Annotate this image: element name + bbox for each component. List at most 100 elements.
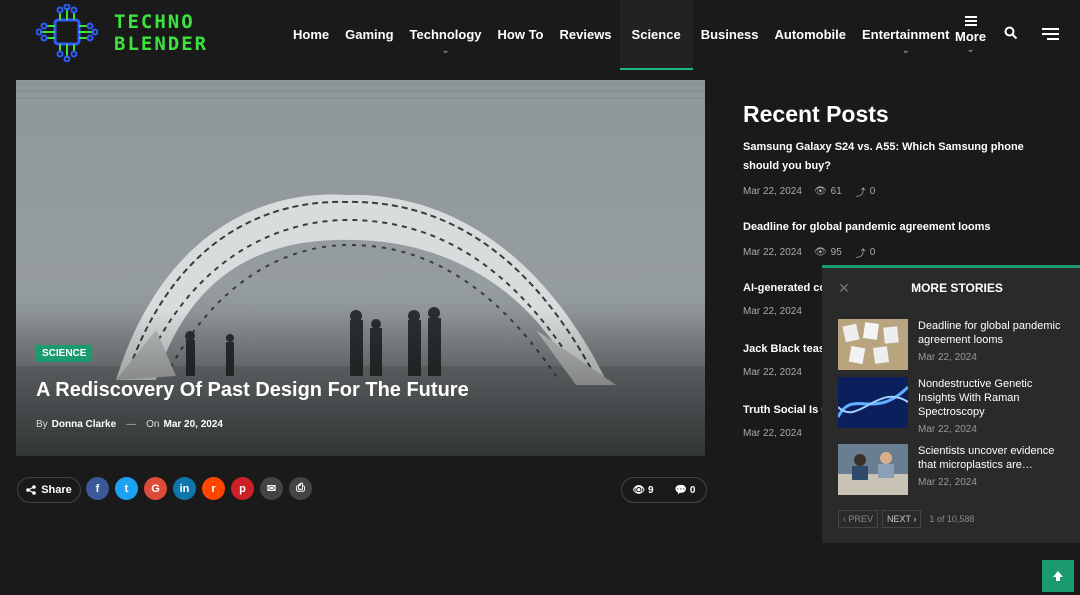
- story-title[interactable]: Nondestructive Genetic Insights With Ram…: [918, 377, 1068, 419]
- twitter-icon: t: [124, 482, 129, 495]
- story-title[interactable]: Deadline for global pandemic agreement l…: [918, 319, 1068, 347]
- featured-post-meta: By Donna Clarke — On Mar 20, 2024: [36, 419, 223, 430]
- story-date: Mar 22, 2024: [918, 477, 977, 488]
- share-icon: ⤴: [855, 249, 866, 260]
- story-item[interactable]: Scientists uncover evidence that micropl…: [838, 444, 1074, 496]
- google-share-button[interactable]: G: [144, 477, 167, 500]
- shares-count: 0: [869, 247, 876, 258]
- post-date: Mar 22, 2024: [743, 367, 802, 378]
- nav-home[interactable]: Home: [285, 0, 337, 70]
- share-label: Share: [41, 484, 72, 496]
- chevron-down-icon: ⌄: [441, 45, 450, 55]
- more-stories-heading: MORE STORIES: [911, 281, 1003, 295]
- logo-line-1: TECHNO: [114, 11, 195, 33]
- eye-icon: 👁: [632, 484, 646, 496]
- facebook-share-button[interactable]: f: [86, 477, 109, 500]
- main-nav: Home Gaming Technology ⌄ How To Reviews S…: [285, 0, 957, 70]
- recent-post-meta: Mar 22, 2024 👁 61 ⤴ 0: [743, 184, 875, 199]
- story-title[interactable]: Scientists uncover evidence that micropl…: [918, 444, 1068, 472]
- nav-automobile[interactable]: Automobile: [767, 0, 855, 70]
- post-date: Mar 20, 2024: [163, 419, 223, 430]
- nav-label: Science: [631, 27, 681, 42]
- nav-business[interactable]: Business: [693, 0, 767, 70]
- story-date: Mar 22, 2024: [918, 424, 977, 435]
- next-button[interactable]: NEXT ›: [882, 510, 922, 528]
- logo-wordmark: TECHNO BLENDER: [114, 11, 208, 55]
- twitter-share-button[interactable]: t: [115, 477, 138, 500]
- share-icon: ⤴: [855, 188, 866, 199]
- views-count: 61: [830, 186, 842, 197]
- views-stat: 👁 9: [633, 485, 654, 496]
- recent-post-meta: Mar 22, 2024 👁 95 ⤴ 0: [743, 245, 875, 260]
- recent-post-title[interactable]: Deadline for global pandemic agreement l…: [743, 218, 1053, 237]
- more-stories-panel: ✕ MORE STORIES Deadline for global pande…: [822, 265, 1080, 543]
- recent-post-meta: Mar 22, 2024: [743, 428, 802, 439]
- featured-post[interactable]: SCIENCE A Rediscovery Of Past Design For…: [16, 80, 705, 456]
- google-icon: G: [151, 482, 160, 495]
- reddit-share-button[interactable]: r: [202, 477, 225, 500]
- nav-science[interactable]: Science: [619, 0, 693, 70]
- comment-icon: 💬: [674, 484, 688, 496]
- share-button[interactable]: Share: [17, 477, 81, 503]
- chevron-down-icon: ⌄: [901, 45, 910, 55]
- email-icon: ✉: [266, 483, 277, 495]
- nav-entertainment[interactable]: Entertainment ⌄: [854, 0, 957, 70]
- nav-label: Business: [700, 27, 759, 42]
- eye-icon: 👁: [813, 186, 827, 197]
- linkedin-share-button[interactable]: in: [173, 477, 196, 500]
- share-icon: [26, 485, 37, 495]
- featured-post-title[interactable]: A Rediscovery Of Past Design For The Fut…: [36, 379, 469, 402]
- print-icon: ⎙: [296, 482, 305, 494]
- recent-post-title[interactable]: Samsung Galaxy S24 vs. A55: Which Samsun…: [743, 138, 1053, 176]
- story-item[interactable]: Deadline for global pandemic agreement l…: [838, 319, 1074, 371]
- reddit-icon: r: [211, 482, 216, 495]
- site-logo[interactable]: TECHNO BLENDER: [36, 4, 208, 62]
- on-label: On: [146, 419, 160, 430]
- post-date: Mar 22, 2024: [743, 428, 802, 439]
- search-icon[interactable]: [1004, 26, 1018, 40]
- stories-pagination: ‹ PREV NEXT › 1 of 10,588: [838, 510, 974, 528]
- recent-posts-heading: Recent Posts: [743, 101, 889, 127]
- nav-more-label: More: [955, 29, 987, 44]
- recent-post-meta: Mar 22, 2024: [743, 367, 802, 378]
- linkedin-icon: in: [179, 482, 190, 495]
- pinterest-share-button[interactable]: p: [231, 477, 254, 500]
- recent-post-meta: Mar 22, 2024: [743, 306, 802, 317]
- by-label: By: [36, 419, 48, 430]
- prev-button[interactable]: ‹ PREV: [838, 510, 879, 528]
- facebook-icon: f: [95, 482, 100, 495]
- story-thumbnail: [838, 444, 908, 495]
- logo-line-2: BLENDER: [114, 33, 209, 55]
- eye-icon: 👁: [813, 247, 827, 258]
- list-icon: [964, 16, 977, 26]
- nav-label: Gaming: [345, 27, 394, 42]
- back-to-top-button[interactable]: [1042, 560, 1074, 592]
- story-item[interactable]: Nondestructive Genetic Insights With Ram…: [838, 377, 1074, 435]
- post-date: Mar 22, 2024: [743, 186, 802, 197]
- chevron-down-icon: ⌄: [966, 44, 975, 54]
- category-badge[interactable]: SCIENCE: [36, 345, 93, 362]
- nav-label: Home: [293, 27, 330, 42]
- print-button[interactable]: ⎙: [289, 477, 312, 500]
- author-name[interactable]: Donna Clarke: [52, 419, 116, 430]
- story-thumbnail: [838, 319, 908, 370]
- views-count: 9: [648, 484, 654, 496]
- arrow-up-icon: [1053, 571, 1063, 581]
- post-date: Mar 22, 2024: [743, 247, 802, 258]
- comments-stat[interactable]: 💬 0: [675, 485, 696, 496]
- nav-more[interactable]: More ⌄: [955, 14, 986, 55]
- nav-label: Technology: [409, 27, 482, 42]
- nav-technology[interactable]: Technology ⌄: [402, 0, 490, 70]
- email-share-button[interactable]: ✉: [260, 477, 283, 500]
- nav-label: How To: [497, 27, 544, 42]
- page-count: 1 of 10,588: [929, 514, 975, 524]
- hamburger-menu-icon[interactable]: [1042, 28, 1059, 40]
- meta-divider: —: [126, 419, 137, 430]
- nav-label: Reviews: [559, 27, 612, 42]
- nav-gaming[interactable]: Gaming: [337, 0, 401, 70]
- nav-reviews[interactable]: Reviews: [552, 0, 620, 70]
- post-stats: 👁 9 💬 0: [621, 477, 707, 503]
- comments-count: 0: [689, 484, 696, 496]
- nav-how-to[interactable]: How To: [490, 0, 552, 70]
- chip-logo-icon: [36, 4, 98, 62]
